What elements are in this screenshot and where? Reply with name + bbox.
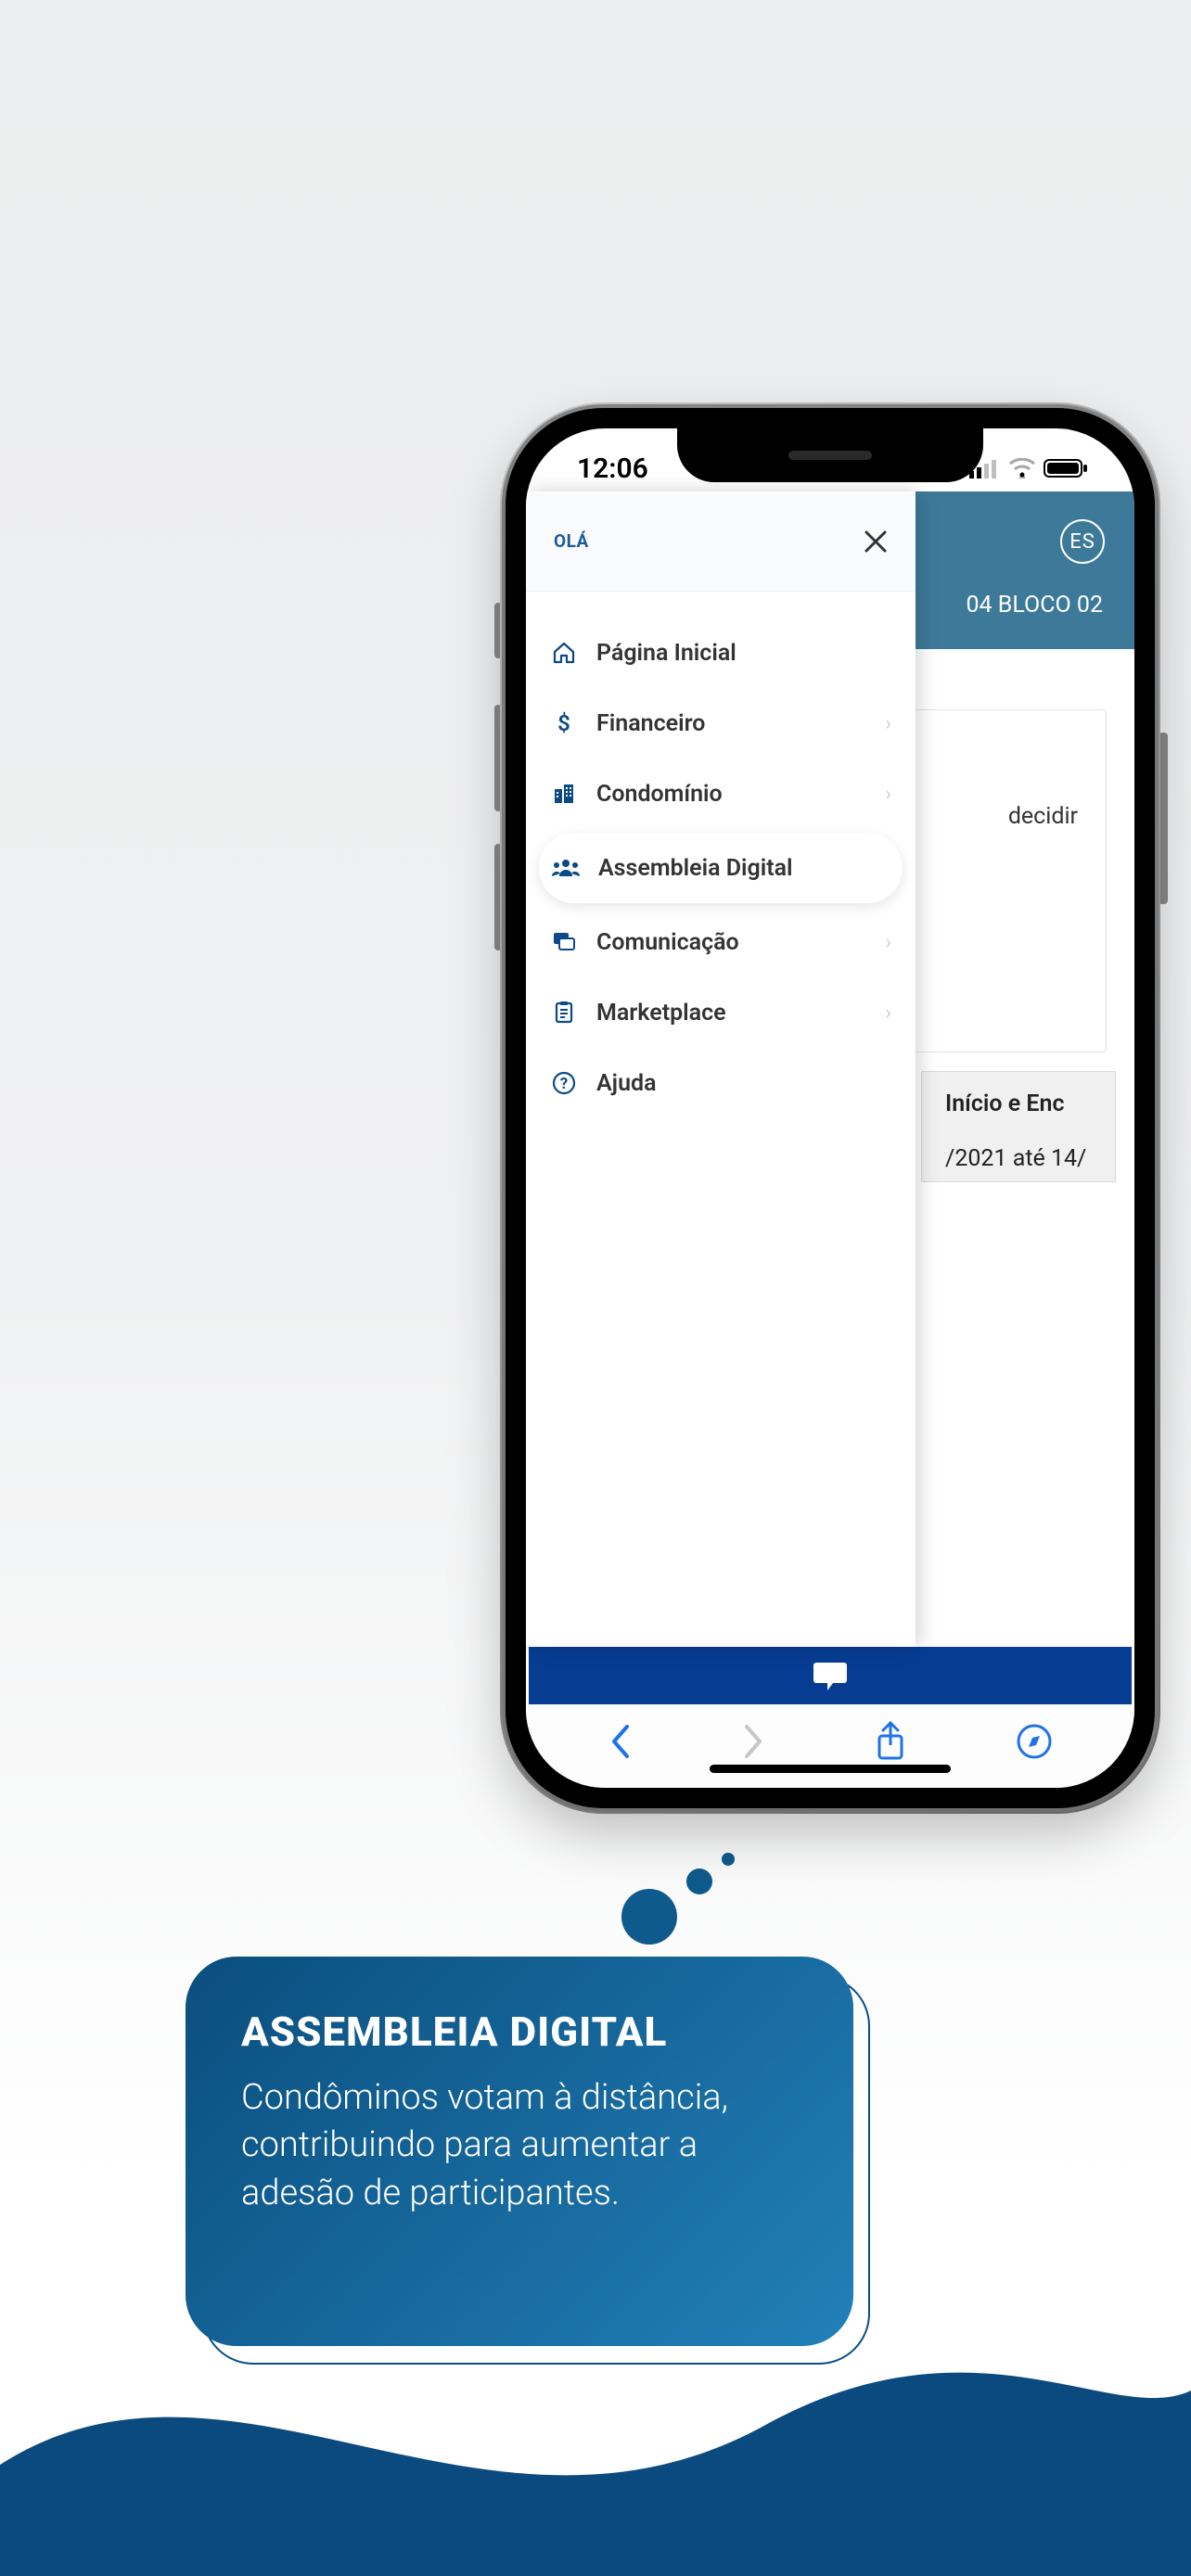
menu-item-label: Condomínio (596, 781, 866, 808)
menu-item-label: Comunicação (596, 929, 866, 956)
bubble-trail-dot (686, 1868, 712, 1894)
menu-item-label: Ajuda (596, 1070, 891, 1097)
menu-item-chat[interactable]: Comunicação › (526, 907, 916, 977)
phone-notch (677, 428, 983, 482)
phone-screen: 12:06 ES 04 BLOCO 02 decidir Início e En… (526, 428, 1134, 1788)
menu-item-people[interactable]: Assembleia Digital (539, 833, 903, 903)
chevron-right-icon: › (885, 712, 891, 735)
bubble-trail-dot (722, 1853, 735, 1866)
es-badge-label: ES (1069, 530, 1095, 554)
svg-text:?: ? (560, 1075, 568, 1093)
battery-icon (1044, 458, 1088, 478)
menu-item-label: Financeiro (596, 710, 866, 737)
caption-title: ASSEMBLEIA DIGITAL (241, 2008, 798, 2056)
drawer-greeting: OLÁ (554, 530, 589, 552)
menu-item-home[interactable]: Página Inicial (526, 618, 916, 688)
date-box-title: Início e Enc (945, 1090, 1092, 1117)
back-button[interactable] (608, 1723, 633, 1760)
home-icon (550, 641, 578, 665)
people-icon (552, 858, 580, 878)
close-icon (864, 529, 888, 554)
caption-text: Condôminos votam à distância, contribuin… (241, 2074, 798, 2217)
menu-item-label: Assembleia Digital (598, 855, 890, 882)
status-time: 12:06 (577, 453, 648, 485)
drawer-header: OLÁ (526, 491, 916, 592)
svg-text:$: $ (557, 711, 570, 735)
buildings-icon (550, 782, 578, 806)
menu-item-dollar[interactable]: $ Financeiro › (526, 688, 916, 759)
drawer-menu: Página Inicial $ Financeiro › Condomínio › Ass… (526, 592, 916, 1118)
menu-item-clipboard[interactable]: Marketplace › (526, 977, 916, 1048)
browser-toolbar (526, 1704, 1134, 1788)
chat-icon (550, 930, 578, 954)
navigation-drawer: OLÁ Página Inicial$Financeiro›Condomínio… (526, 491, 916, 1647)
date-box: Início e Enc /2021 até 14/ (921, 1071, 1116, 1182)
home-indicator[interactable] (710, 1765, 951, 1773)
help-icon: ? (550, 1071, 578, 1095)
status-indicators (969, 458, 1088, 478)
header-subtitle: 04 BLOCO 02 (966, 592, 1103, 618)
phone-speaker (788, 451, 872, 460)
menu-item-buildings[interactable]: Condomínio › (526, 759, 916, 829)
chat-bar[interactable] (529, 1647, 1132, 1704)
chat-icon (812, 1659, 849, 1692)
card-text-fragment: decidir (1008, 803, 1078, 830)
es-badge[interactable]: ES (1060, 519, 1105, 564)
bubble-trail-dot (621, 1889, 677, 1945)
caption-bubble: ASSEMBLEIA DIGITAL Condôminos votam à di… (186, 1957, 853, 2346)
share-button[interactable] (874, 1721, 907, 1762)
chevron-right-icon: › (885, 783, 891, 806)
menu-item-help[interactable]: ? Ajuda (526, 1048, 916, 1118)
forward-button[interactable] (741, 1723, 765, 1760)
menu-item-label: Página Inicial (596, 640, 891, 667)
compass-button[interactable] (1016, 1723, 1053, 1760)
close-button[interactable] (864, 529, 888, 554)
chevron-right-icon: › (885, 931, 891, 954)
dollar-icon: $ (550, 711, 578, 735)
menu-item-label: Marketplace (596, 1000, 866, 1027)
phone-frame: 12:06 ES 04 BLOCO 02 decidir Início e En… (506, 408, 1155, 1808)
chevron-right-icon: › (885, 1001, 891, 1025)
date-box-dates: /2021 até 14/ (945, 1145, 1092, 1172)
clipboard-icon (550, 1001, 578, 1025)
wifi-icon (1008, 458, 1036, 478)
